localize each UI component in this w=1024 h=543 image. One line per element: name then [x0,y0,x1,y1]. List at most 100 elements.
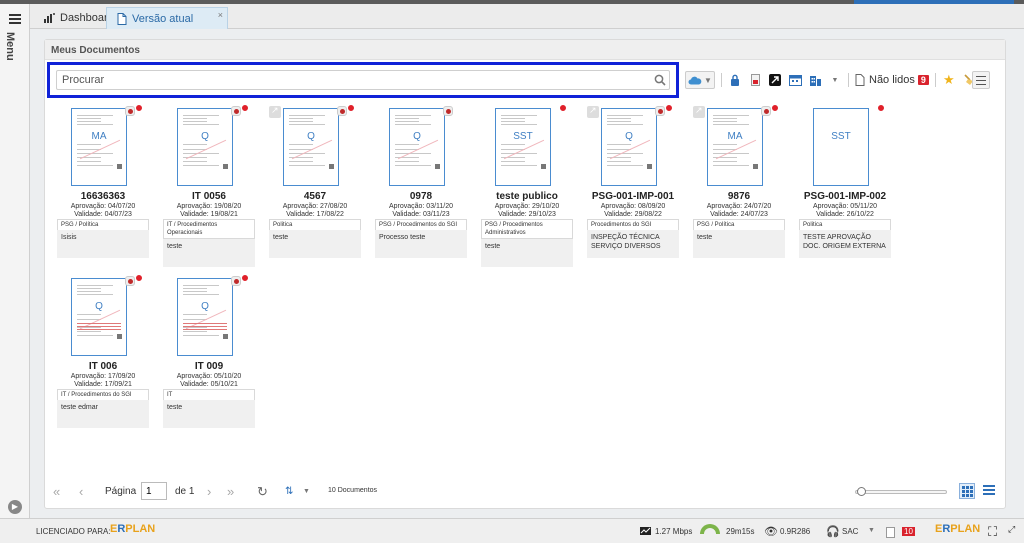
thumbnail-text-line [289,165,325,166]
hamburger-icon[interactable] [9,14,21,24]
star-icon[interactable]: ★ [942,71,956,89]
unread-dot-icon [241,274,249,282]
document-description: Isisis [57,230,149,258]
document-card[interactable]: Q IT 0056 Aprovação: 19/08/20 Validade: 19/… [163,104,255,276]
pin-icon[interactable] [337,106,347,116]
document-card[interactable]: MA 9876Aprovação: 24/07/20Validade: 24/07… [693,104,785,276]
page-number-input[interactable] [141,482,167,500]
notification-badge[interactable]: 10 [902,527,915,536]
search-input[interactable] [56,70,670,90]
search-icon[interactable] [654,74,666,86]
document-thumbnail-area[interactable]: SST [799,104,891,188]
tab-versao-atual[interactable]: Versão atual × [106,7,228,29]
thumbnail-table-line [77,329,121,330]
chevron-down-icon[interactable]: ▼ [303,488,310,495]
document-title[interactable]: 16636363 [57,191,149,202]
document-title[interactable]: 0978 [375,191,467,202]
document-title[interactable]: PSG-001-IMP-001 [587,191,679,202]
external-link-icon[interactable] [693,105,705,118]
document-thumbnail-area[interactable]: Q [269,104,361,188]
document-card[interactable]: Q IT 009 Aprovação: 05/10/20 Validade: 05/1… [163,274,255,446]
document-title[interactable]: IT 006 [57,361,149,372]
thumbnail-text-line [77,335,113,336]
zoom-slider-track[interactable] [855,490,947,494]
red-file-icon[interactable] [748,71,762,89]
document-card[interactable]: Q 0978 Aprovação: 03/11/20 Validade: 03/11/… [375,106,467,276]
document-title[interactable]: IT 009 [163,361,255,372]
cloud-dropdown-button[interactable]: ▼ [685,71,715,89]
calendar-icon[interactable] [788,71,802,89]
prev-page-icon[interactable]: ‹ [79,484,83,499]
document-thumbnail[interactable]: SST [813,108,869,186]
document-thumbnail[interactable]: Q [71,278,127,356]
zoom-slider-handle[interactable] [857,487,866,496]
document-thumbnail-area[interactable]: Q [375,106,467,188]
building-icon[interactable] [808,71,822,89]
document-thumbnail-area[interactable]: Q [163,104,255,188]
chevron-down-icon[interactable]: ▼ [868,527,875,534]
grid-view-icon[interactable] [959,483,975,499]
pin-icon[interactable] [443,106,453,116]
document-card[interactable]: Q PSG-001-IMP-001Aprovação: 08/09/20Valid… [587,104,679,276]
menu-label[interactable]: Menu [4,32,16,61]
refresh-icon[interactable]: ↻ [257,484,268,500]
document-thumbnail[interactable]: MA [71,108,127,186]
document-thumbnail-area[interactable]: Q [587,104,679,188]
document-title[interactable]: IT 0056 [163,191,255,202]
thumbnail-text-line [77,121,101,122]
document-card[interactable]: SST PSG-001-IMP-002 Aprovação: 05/11/20 Val… [799,104,891,276]
document-thumbnail[interactable]: SST [495,108,551,186]
next-page-icon[interactable]: › [207,484,211,499]
document-card[interactable]: Q IT 006 Aprovação: 17/09/20 Validade: 17/0… [57,274,149,446]
close-icon[interactable]: × [218,10,223,20]
document-title[interactable]: PSG-001-IMP-002 [799,191,891,202]
search-box [47,62,679,98]
side-menu: Menu ▶ [0,4,30,518]
last-page-icon[interactable]: » [227,484,234,499]
external-link-icon[interactable] [269,105,281,118]
external-link-icon[interactable] [587,105,599,118]
pin-icon[interactable] [761,106,771,116]
document-thumbnail-area[interactable]: SST [481,104,573,188]
document-thumbnail[interactable]: MA [707,108,763,186]
document-title[interactable]: 9876 [693,191,785,202]
external-link-icon[interactable] [768,71,782,89]
panel-title: Meus Documentos [51,45,140,56]
unread-filter-button[interactable]: Não lidos 9 [855,71,929,89]
document-card[interactable]: Q 4567Aprovação: 27/08/20Validade: 17/08/… [269,104,361,276]
pin-icon[interactable] [125,276,135,286]
document-thumbnail[interactable]: Q [283,108,339,186]
expand-icon[interactable]: ⤢ [1008,524,1015,535]
first-page-icon[interactable]: « [53,484,60,499]
document-thumbnail[interactable]: Q [601,108,657,186]
pin-icon[interactable] [125,106,135,116]
list-menu-button[interactable] [972,71,990,89]
document-card[interactable]: MA 16636363 Aprovação: 04/07/20 Validade: 0… [57,104,149,276]
pin-icon[interactable] [231,276,241,286]
document-thumbnail-area[interactable]: MA [57,104,149,188]
sort-icon[interactable]: ⇅ [285,486,293,497]
document-thumbnail-area[interactable]: Q [57,274,149,358]
document-title[interactable]: 4567 [269,191,361,202]
thumbnail-text-line [713,165,749,166]
document-card[interactable]: SST teste publico Aprovação: 29/10/20 Valid… [481,104,573,276]
sac-button[interactable]: SAC [842,527,858,536]
document-thumbnail-area[interactable]: Q [163,274,255,358]
document-thumbnail[interactable]: Q [177,108,233,186]
thumbnail-text-line [183,115,219,116]
list-view-icon[interactable] [983,485,995,497]
document-thumbnail[interactable]: Q [177,278,233,356]
thumbnail-code: Q [307,131,315,142]
cloud-icon [688,76,702,84]
document-title[interactable]: teste publico [481,191,573,202]
document-thumbnail[interactable]: Q [389,108,445,186]
pin-icon[interactable] [231,106,241,116]
lock-icon[interactable] [728,71,742,89]
fullscreen-icon[interactable]: ⛶ [988,524,997,540]
expand-arrow-icon[interactable]: ▶ [8,500,22,514]
pin-icon[interactable] [655,106,665,116]
document-thumbnail-area[interactable]: MA [693,104,785,188]
file-icon[interactable] [886,527,895,540]
thumbnail-qr [329,164,334,169]
chevron-down-icon[interactable]: ▼ [828,71,842,89]
